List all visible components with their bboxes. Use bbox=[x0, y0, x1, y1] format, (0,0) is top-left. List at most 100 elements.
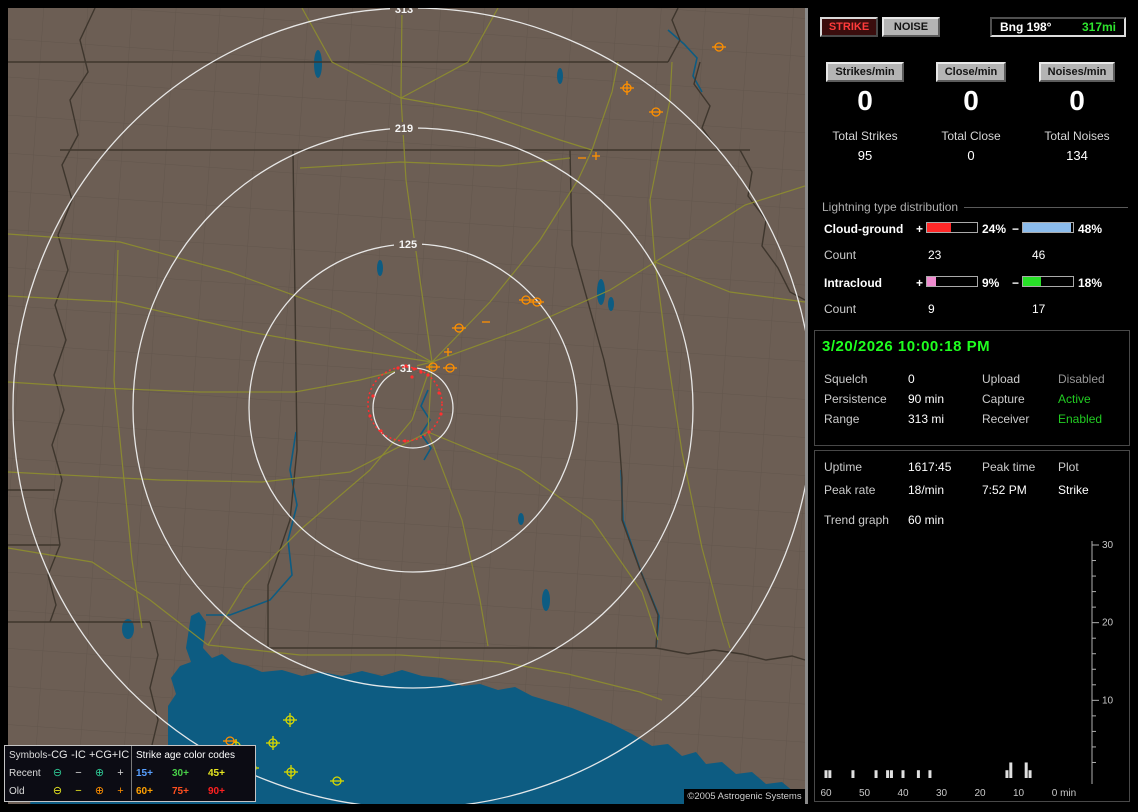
panel-splitter[interactable] bbox=[805, 8, 808, 804]
uptime-value: 1617:45 bbox=[908, 460, 952, 474]
status-panel: STRIKE NOISE Bng 198° 317mi Strikes/min … bbox=[812, 8, 1134, 804]
legend-symbols-header: Symbols bbox=[9, 749, 48, 761]
legend-age-header: Strike age color codes bbox=[131, 746, 251, 764]
ic-minus-bar bbox=[1022, 276, 1074, 287]
close-per-min-button[interactable]: Close/min bbox=[935, 62, 1007, 82]
ic-plus-symbol-icon: + bbox=[117, 766, 124, 779]
strikes-per-min-button[interactable]: Strikes/min bbox=[826, 62, 904, 82]
trend-x-label: 60 bbox=[820, 788, 832, 799]
distribution-section-title: Lightning type distribution bbox=[822, 200, 1128, 214]
uptime-label: Uptime bbox=[824, 460, 863, 474]
trend-graph-label: Trend graph bbox=[824, 513, 889, 527]
plus-sign: + bbox=[916, 276, 924, 290]
legend-col-ic-plus: +IC bbox=[111, 748, 130, 761]
app-window: 313 219 125 31 Symbols -CG -IC +CG +IC S… bbox=[0, 0, 1138, 812]
strike-symbol-dot bbox=[412, 367, 416, 371]
strike-symbol-dot bbox=[410, 375, 414, 379]
upload-label: Upload bbox=[982, 372, 1021, 386]
receiver-label: Receiver bbox=[982, 412, 1030, 426]
trend-bar bbox=[1028, 770, 1032, 778]
trend-bar bbox=[901, 770, 905, 778]
squelch-label: Squelch bbox=[824, 372, 868, 386]
age-90: 90+ bbox=[208, 785, 225, 797]
ic-minus-symbol-icon: − bbox=[75, 766, 82, 779]
noises-per-min-button[interactable]: Noises/min bbox=[1038, 62, 1116, 82]
trend-bar bbox=[916, 770, 920, 778]
age-75: 75+ bbox=[172, 785, 189, 797]
capture-label: Capture bbox=[982, 392, 1025, 406]
legend-recent-label: Recent bbox=[9, 767, 41, 779]
minus-sign: − bbox=[1012, 222, 1020, 236]
trend-x-label: 20 bbox=[974, 788, 986, 799]
peak-time-value: 7:52 PM bbox=[982, 483, 1027, 497]
trend-x-label: 10 bbox=[1013, 788, 1025, 799]
ic-plus-percent: 9% bbox=[982, 276, 1000, 290]
receiver-status: Enabled bbox=[1058, 412, 1103, 426]
strike-symbol-dot bbox=[379, 429, 383, 433]
strike-symbol-dot bbox=[396, 366, 400, 370]
legend-col-cg-minus: -CG bbox=[47, 748, 68, 761]
system-clock: 3/20/2026 10:00:18 PM bbox=[822, 338, 991, 355]
range-value: 313 mi bbox=[908, 412, 945, 426]
cloud-ground-row: Cloud-ground + 24% − 48% bbox=[822, 222, 1130, 238]
trend-bar bbox=[851, 770, 855, 778]
persistence-label: Persistence bbox=[824, 392, 887, 406]
strike-symbol-dot bbox=[404, 364, 408, 368]
age-15: 15+ bbox=[136, 767, 153, 779]
count-label: Count bbox=[824, 302, 857, 316]
strike-symbol-dot bbox=[439, 412, 443, 416]
count-label: Count bbox=[824, 248, 857, 262]
cg-plus-bar bbox=[926, 222, 978, 233]
map-legend: Symbols -CG -IC +CG +IC Strike age color… bbox=[4, 745, 256, 802]
total-close-value: 0 bbox=[967, 148, 975, 163]
ic-minus-percent: 18% bbox=[1078, 276, 1103, 290]
noises-per-min-value: 0 bbox=[1069, 85, 1085, 116]
strike-symbol-dot bbox=[437, 391, 441, 395]
minus-sign: − bbox=[1012, 276, 1020, 290]
persistence-row: Persistence 90 min Capture Active bbox=[822, 392, 1130, 408]
range-row: Range 313 mi Receiver Enabled bbox=[822, 412, 1130, 428]
legend-header-row: Symbols -CG -IC +CG +IC Strike age color… bbox=[5, 746, 255, 764]
range-label: Range bbox=[824, 412, 860, 426]
legend-col-cg-plus: +CG bbox=[89, 748, 112, 761]
intracloud-row: Intracloud + 9% − 18% bbox=[822, 276, 1130, 292]
cg-plus-percent: 24% bbox=[982, 222, 1007, 236]
trend-bar bbox=[1024, 762, 1028, 778]
cg-minus-symbol-icon: ⊖ bbox=[52, 784, 63, 797]
age-60: 60+ bbox=[136, 785, 153, 797]
trend-bar bbox=[828, 770, 832, 778]
strikes-per-min-value: 0 bbox=[857, 85, 873, 116]
strike-symbol-dot bbox=[427, 430, 431, 434]
trend-bar bbox=[874, 770, 878, 778]
total-strikes-label: Total Strikes bbox=[832, 129, 898, 143]
ring-label-125: 125 bbox=[399, 239, 417, 251]
trend-y-tick: 30 bbox=[1102, 540, 1114, 551]
trend-bar bbox=[886, 770, 890, 778]
cloud-ground-count-row: Count 23 46 bbox=[822, 248, 1130, 264]
cg-minus-bar bbox=[1022, 222, 1074, 233]
legend-recent-row: Recent ⊖ − ⊕ + 15+ 30+ 45+ bbox=[5, 764, 255, 782]
intracloud-count-row: Count 9 17 bbox=[822, 302, 1130, 318]
strike-indicator-button[interactable]: STRIKE bbox=[820, 17, 878, 37]
strike-symbol-dot bbox=[426, 373, 430, 377]
total-noises-label: Total Noises bbox=[1044, 129, 1110, 143]
trend-bar bbox=[1005, 770, 1009, 778]
trend-x-label: 0 min bbox=[1052, 788, 1076, 799]
bearing-value: Bng 198° bbox=[1000, 20, 1052, 34]
squelch-value: 0 bbox=[908, 372, 915, 386]
noise-indicator-button[interactable]: NOISE bbox=[882, 17, 940, 37]
cg-minus-percent: 48% bbox=[1078, 222, 1103, 236]
total-noises-value: 134 bbox=[1066, 148, 1088, 163]
map-display[interactable]: 313 219 125 31 bbox=[8, 8, 805, 804]
cg-minus-count: 46 bbox=[1032, 248, 1046, 262]
trend-graph: 10 20 30 60 50 40 30 20 10 0 min bbox=[820, 540, 1114, 799]
strike-symbol-dot bbox=[368, 414, 372, 418]
ring-label-313: 313 bbox=[395, 8, 413, 16]
trend-window-value: 60 min bbox=[908, 513, 945, 527]
copyright-notice: ©2005 Astrogenic Systems bbox=[684, 789, 805, 804]
peak-rate-row: Peak rate 18/min 7:52 PM Strike bbox=[822, 483, 1130, 499]
trend-graph-row: Trend graph 60 min bbox=[822, 513, 1130, 529]
intracloud-label: Intracloud bbox=[824, 276, 883, 290]
legend-old-label: Old bbox=[9, 785, 25, 797]
distribution-title-text: Lightning type distribution bbox=[822, 200, 959, 214]
